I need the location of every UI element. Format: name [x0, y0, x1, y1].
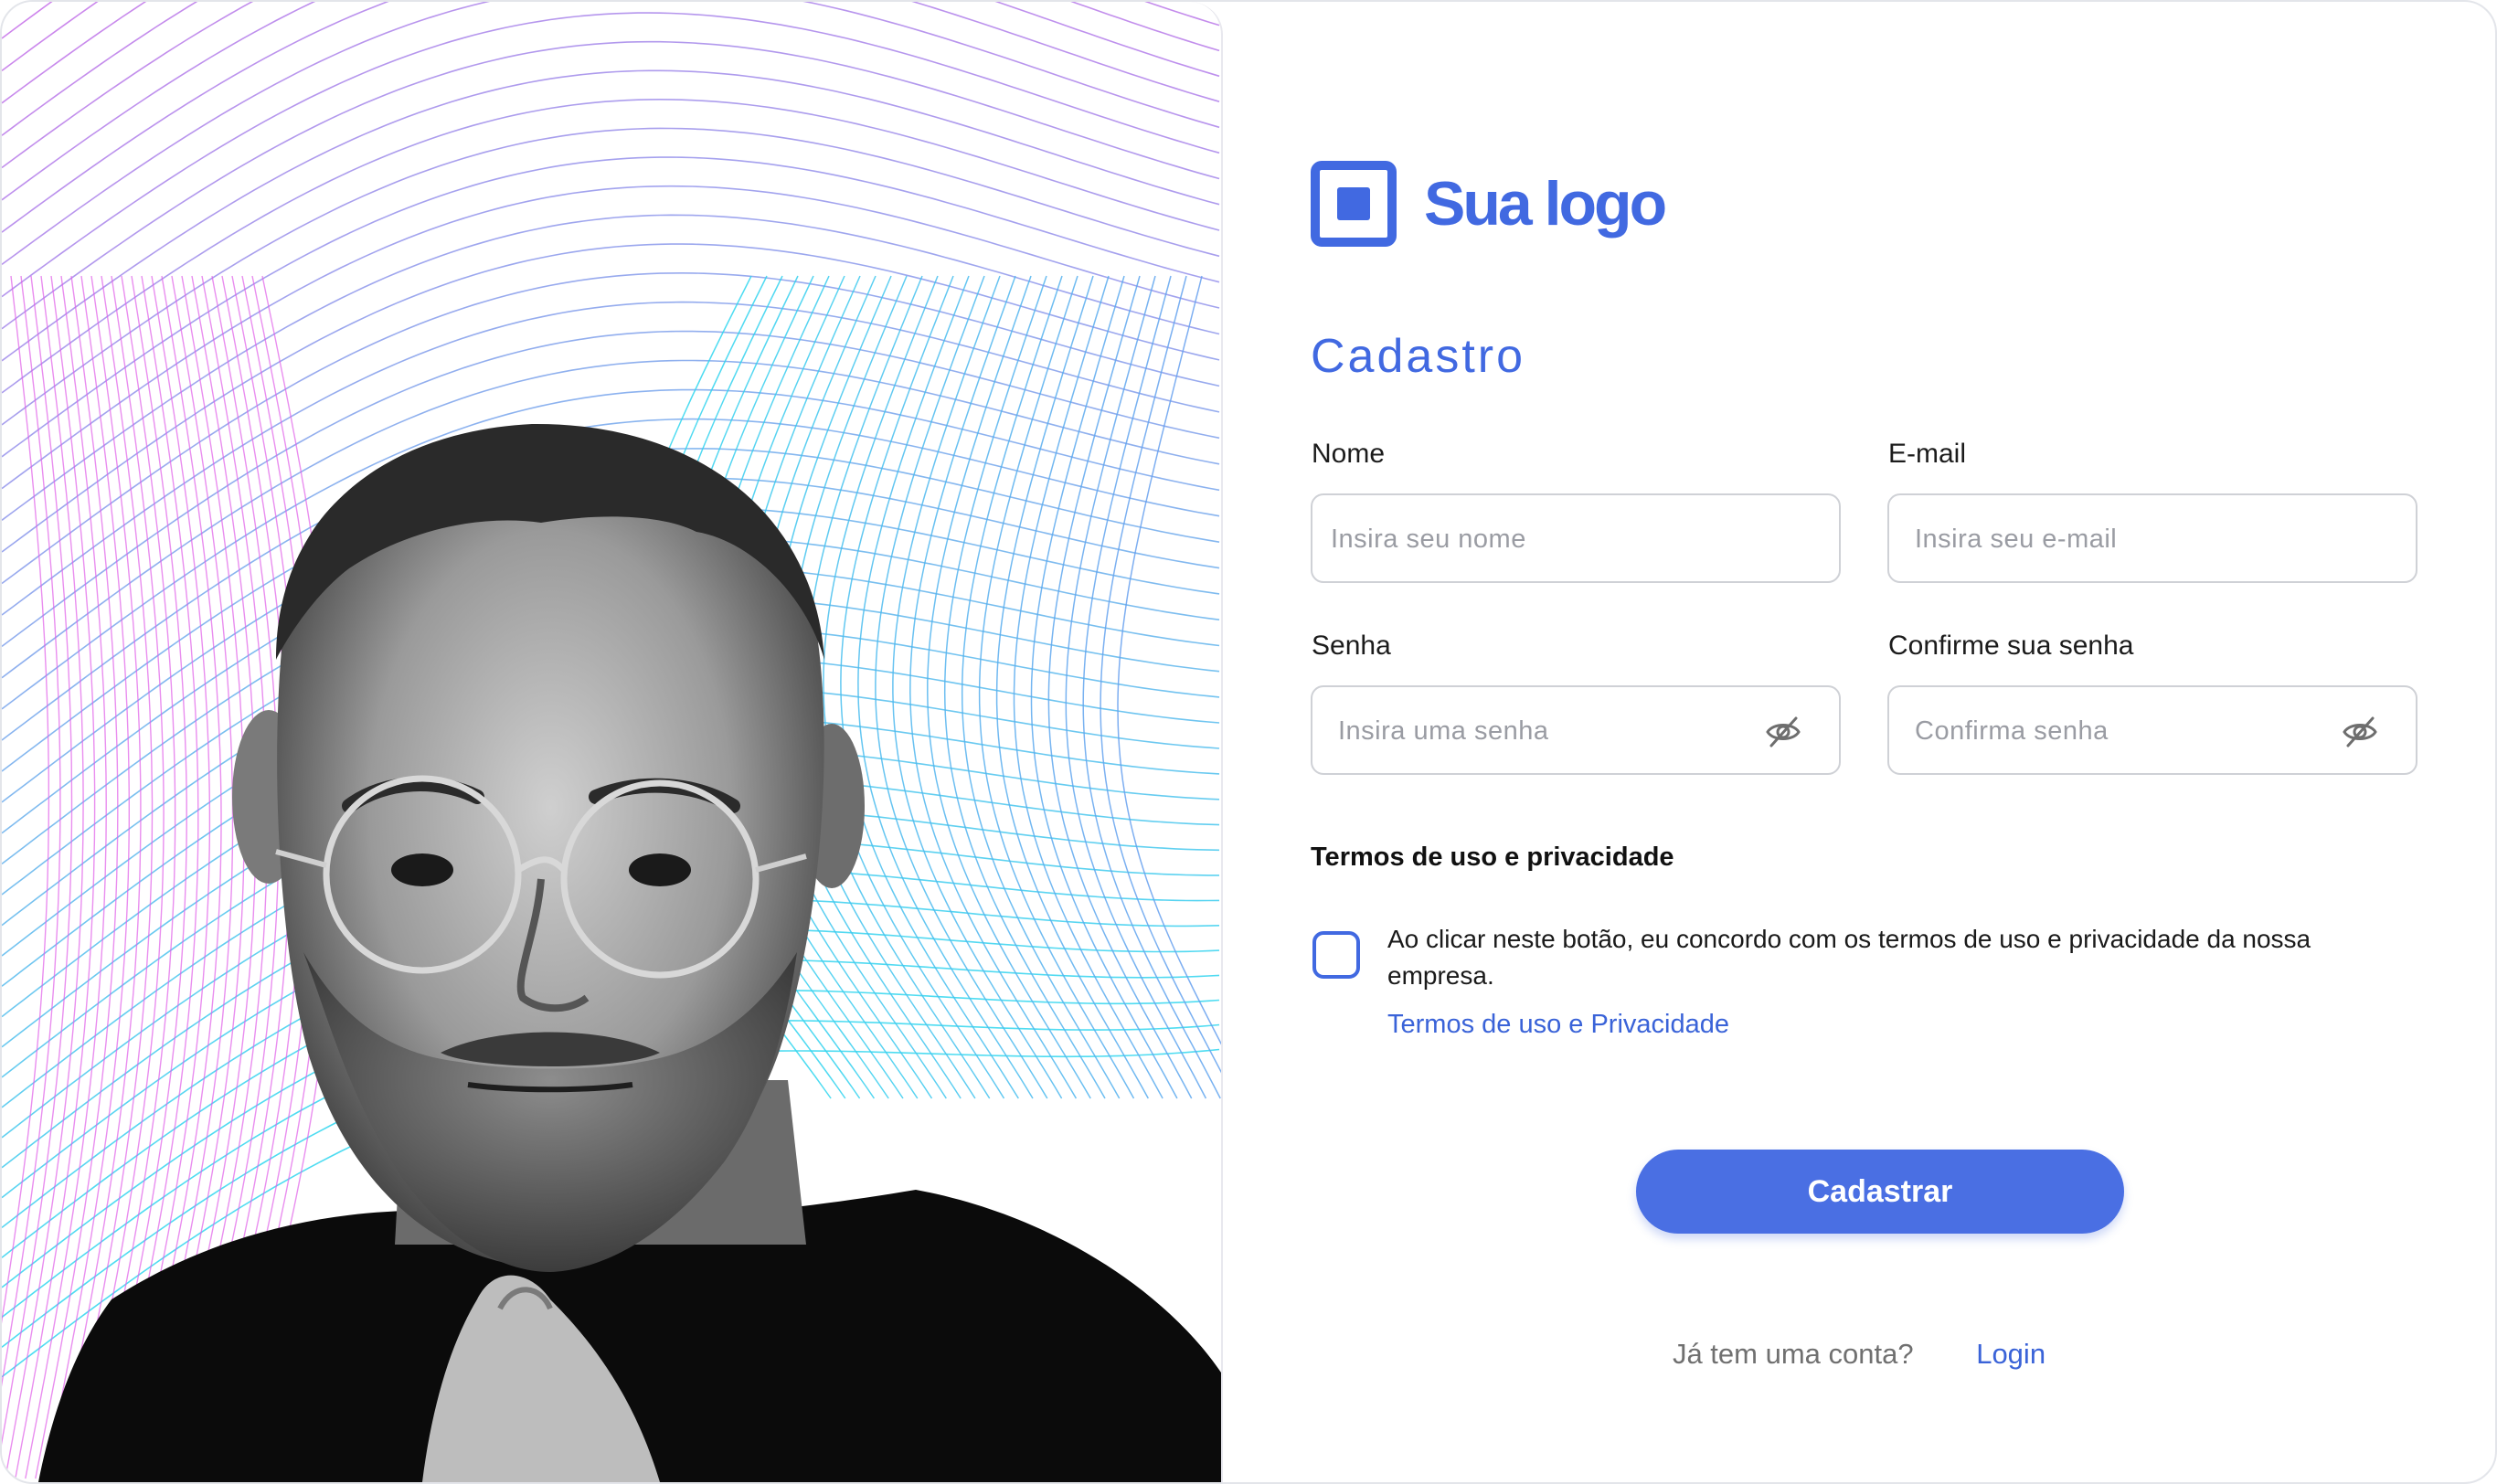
consent-text: Ao clicar neste botão, eu concordo com o…	[1387, 925, 2311, 990]
privacy-link[interactable]: Privacidade	[1590, 1010, 1729, 1039]
signup-card: Sua logo Cadastro Nome E-mail Senha Conf…	[0, 0, 2497, 1484]
eye-off-icon[interactable]	[2341, 713, 2379, 751]
terms-checkbox[interactable]	[1312, 931, 1360, 979]
login-question: Já tem uma conta?	[1672, 1338, 1914, 1370]
password-input[interactable]	[1336, 687, 1769, 775]
login-link[interactable]: Login	[1976, 1338, 2045, 1370]
terms-heading: Termos de uso e privacidade	[1311, 843, 1674, 872]
terms-links: Termos de uso e Privacidade	[1387, 1010, 1729, 1040]
logo-text: Sua logo	[1424, 169, 1667, 238]
brand-logo: Sua logo	[1311, 161, 1667, 247]
password-label: Senha	[1312, 631, 1391, 661]
confirm-password-label: Confirme sua senha	[1888, 631, 2134, 661]
terms-of-use-link[interactable]: Termos de uso	[1387, 1010, 1561, 1039]
hero-panel	[2, 2, 1223, 1482]
signup-form: Sua logo Cadastro Nome E-mail Senha Conf…	[1223, 2, 2495, 1482]
eye-off-icon[interactable]	[1764, 713, 1802, 751]
email-label: E-mail	[1888, 439, 1967, 469]
confirm-password-field	[1887, 685, 2417, 775]
password-field	[1311, 685, 1841, 775]
name-field	[1311, 493, 1841, 583]
login-prompt: Já tem uma conta? Login	[1223, 1338, 2495, 1371]
confirm-password-input[interactable]	[1913, 687, 2346, 775]
terms-connector: e	[1568, 1010, 1584, 1039]
page-title: Cadastro	[1311, 330, 1525, 383]
name-label: Nome	[1312, 439, 1386, 469]
hero-illustration	[2, 2, 1221, 1482]
email-input[interactable]	[1913, 495, 2346, 583]
email-field	[1887, 493, 2417, 583]
logo-square-icon	[1311, 161, 1397, 247]
name-input[interactable]	[1329, 495, 1762, 583]
portrait-photo	[38, 423, 1221, 1482]
submit-signup-button[interactable]: Cadastrar	[1636, 1150, 2124, 1234]
